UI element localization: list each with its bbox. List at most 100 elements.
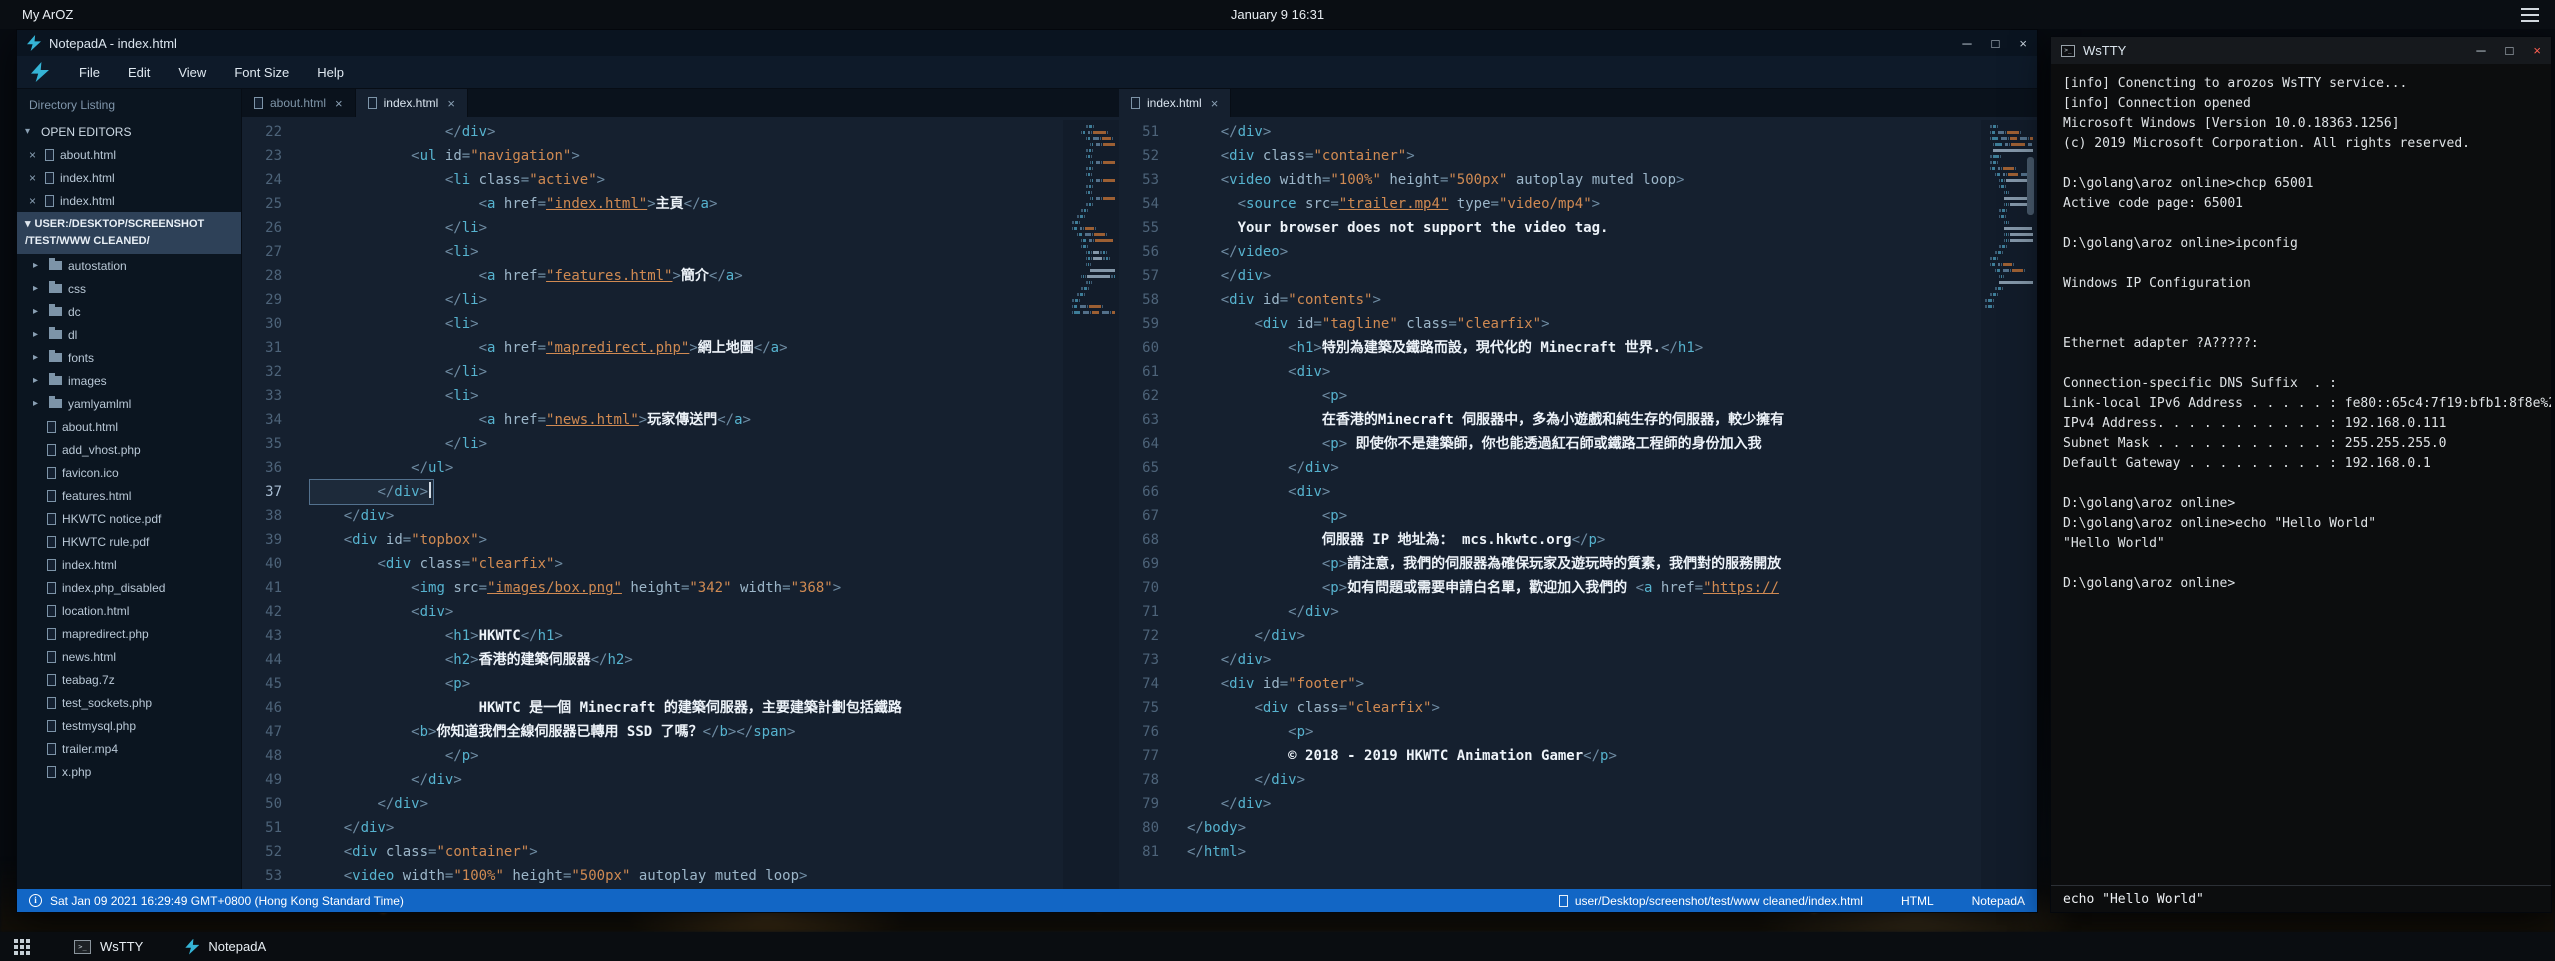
- code-line-78[interactable]: </div>: [1187, 768, 1981, 792]
- notepada-titlebar[interactable]: NotepadA - index.html ─ □ ×: [17, 30, 2037, 56]
- menu-font-size[interactable]: Font Size: [234, 65, 289, 80]
- code-line-27[interactable]: <li>: [310, 240, 1063, 264]
- code-area[interactable]: </div> <ul id="navigation"> <li class="a…: [294, 120, 1063, 889]
- menu-edit[interactable]: Edit: [128, 65, 150, 80]
- open-editors-section[interactable]: ▾ OPEN EDITORS: [17, 120, 241, 143]
- code-line-29[interactable]: </li>: [310, 288, 1063, 312]
- code-line-22[interactable]: </div>: [310, 120, 1063, 144]
- code-line-45[interactable]: <p>: [310, 672, 1063, 696]
- file-item-test-sockets-php[interactable]: test_sockets.php: [17, 691, 241, 714]
- code-line-53[interactable]: <video width="100%" height="500px" autop…: [310, 864, 1063, 888]
- code-line-61[interactable]: <div>: [1187, 360, 1981, 384]
- code-line-30[interactable]: <li>: [310, 312, 1063, 336]
- code-line-62[interactable]: <p>: [1187, 384, 1981, 408]
- close-icon[interactable]: ×: [29, 194, 39, 208]
- file-item-testmysql-php[interactable]: testmysql.php: [17, 714, 241, 737]
- close-button[interactable]: ×: [2533, 43, 2541, 58]
- code-line-24[interactable]: <li class="active">: [310, 168, 1063, 192]
- open-editor-item[interactable]: ×index.html: [17, 166, 241, 189]
- code-line-26[interactable]: </li>: [310, 216, 1063, 240]
- code-line-37[interactable]: </div>: [310, 480, 433, 504]
- minimap[interactable]: [1063, 120, 1119, 889]
- maximize-button[interactable]: □: [2506, 43, 2514, 58]
- code-line-80[interactable]: </body>: [1187, 816, 1981, 840]
- code-line-52[interactable]: <div class="container">: [310, 840, 1063, 864]
- minimap[interactable]: [1981, 120, 2037, 889]
- code-line-54[interactable]: <source src="trailer.mp4" type="video/mp…: [1187, 192, 1981, 216]
- code-line-44[interactable]: <h2>香港的建築伺服器</h2>: [310, 648, 1063, 672]
- code-line-67[interactable]: <p>: [1187, 504, 1981, 528]
- code-line-50[interactable]: </div>: [310, 792, 1063, 816]
- system-menu-icon[interactable]: [2521, 8, 2539, 22]
- file-item-trailer-mp4[interactable]: trailer.mp4: [17, 737, 241, 760]
- vertical-scrollbar[interactable]: [2027, 157, 2034, 215]
- wstty-titlebar[interactable]: >_ WsTTY ─ □ ×: [2051, 37, 2551, 64]
- close-icon[interactable]: ×: [447, 96, 455, 111]
- code-line-28[interactable]: <a href="features.html">簡介</a>: [310, 264, 1063, 288]
- code-line-53[interactable]: <video width="100%" height="500px" autop…: [1187, 168, 1981, 192]
- code-line-34[interactable]: <a href="news.html">玩家傳送門</a>: [310, 408, 1063, 432]
- code-line-69[interactable]: <p>請注意，我們的伺服器為確保玩家及遊玩時的質素，我們對的服務開放: [1187, 552, 1981, 576]
- code-line-52[interactable]: <div class="container">: [1187, 144, 1981, 168]
- code-line-46[interactable]: HKWTC 是一個 Minecraft 的建築伺服器，主要建築計劃包括鐵路: [310, 696, 1063, 720]
- code-line-77[interactable]: © 2018 - 2019 HKWTC Animation Gamer</p>: [1187, 744, 1981, 768]
- app-launcher-button[interactable]: [12, 937, 32, 957]
- code-area[interactable]: </div> <div class="container"> <video wi…: [1171, 120, 1981, 889]
- code-line-58[interactable]: <div id="contents">: [1187, 288, 1981, 312]
- menu-file[interactable]: File: [79, 65, 100, 80]
- file-item-teabag-7z[interactable]: teabag.7z: [17, 668, 241, 691]
- code-line-39[interactable]: <div id="topbox">: [310, 528, 1063, 552]
- file-item-index-html[interactable]: index.html: [17, 553, 241, 576]
- code-line-75[interactable]: <div class="clearfix">: [1187, 696, 1981, 720]
- folder-item-dl[interactable]: ▸dl: [17, 323, 241, 346]
- code-line-74[interactable]: <div id="footer">: [1187, 672, 1981, 696]
- taskbar-item-wstty[interactable]: >_WsTTY: [74, 939, 143, 954]
- file-item-mapredirect-php[interactable]: mapredirect.php: [17, 622, 241, 645]
- code-line-36[interactable]: </ul>: [310, 456, 1063, 480]
- folder-item-images[interactable]: ▸images: [17, 369, 241, 392]
- file-item-x-php[interactable]: x.php: [17, 760, 241, 783]
- code-line-57[interactable]: </div>: [1187, 264, 1981, 288]
- code-line-55[interactable]: Your browser does not support the video …: [1187, 216, 1981, 240]
- code-line-38[interactable]: </div>: [310, 504, 1063, 528]
- terminal-input[interactable]: echo "Hello World": [2051, 885, 2551, 912]
- file-item-index-php-disabled[interactable]: index.php_disabled: [17, 576, 241, 599]
- code-line-76[interactable]: <p>: [1187, 720, 1981, 744]
- tab-about-html[interactable]: about.html×: [242, 89, 356, 117]
- close-icon[interactable]: ×: [29, 148, 39, 162]
- file-item-features-html[interactable]: features.html: [17, 484, 241, 507]
- file-item-favicon-ico[interactable]: favicon.ico: [17, 461, 241, 484]
- minimize-button[interactable]: ─: [1962, 36, 1971, 51]
- tab-index-html[interactable]: index.html×: [356, 89, 468, 117]
- taskbar-item-notepada[interactable]: NotepadA: [185, 939, 266, 955]
- code-line-71[interactable]: </div>: [1187, 600, 1981, 624]
- code-line-72[interactable]: </div>: [1187, 624, 1981, 648]
- open-editor-item[interactable]: ×index.html: [17, 189, 241, 212]
- close-button[interactable]: ×: [2019, 36, 2027, 51]
- maximize-button[interactable]: □: [1992, 36, 2000, 51]
- code-line-32[interactable]: </li>: [310, 360, 1063, 384]
- folder-item-autostation[interactable]: ▸autostation: [17, 254, 241, 277]
- close-icon[interactable]: ×: [29, 171, 39, 185]
- code-line-42[interactable]: <div>: [310, 600, 1063, 624]
- code-line-51[interactable]: </div>: [1187, 120, 1981, 144]
- code-line-73[interactable]: </div>: [1187, 648, 1981, 672]
- code-line-47[interactable]: <b>你知道我們全線伺服器已轉用 SSD 了嗎？</b></span>: [310, 720, 1063, 744]
- code-line-41[interactable]: <img src="images/box.png" height="342" w…: [310, 576, 1063, 600]
- folder-item-yamlyamlml[interactable]: ▸yamlyamlml: [17, 392, 241, 415]
- code-line-66[interactable]: <div>: [1187, 480, 1981, 504]
- code-line-81[interactable]: </html>: [1187, 840, 1981, 864]
- workspace-root-item[interactable]: ▾USER:/DESKTOP/SCREENSHOT /TEST/WWW CLEA…: [17, 212, 241, 254]
- code-line-65[interactable]: </div>: [1187, 456, 1981, 480]
- code-line-23[interactable]: <ul id="navigation">: [310, 144, 1063, 168]
- code-line-43[interactable]: <h1>HKWTC</h1>: [310, 624, 1063, 648]
- menu-view[interactable]: View: [178, 65, 206, 80]
- file-item-hkwtc-rule-pdf[interactable]: HKWTC rule.pdf: [17, 530, 241, 553]
- file-item-hkwtc-notice-pdf[interactable]: HKWTC notice.pdf: [17, 507, 241, 530]
- code-editor-right[interactable]: 5152535455565758596061626364656667686970…: [1119, 117, 2037, 889]
- menu-help[interactable]: Help: [317, 65, 344, 80]
- code-line-68[interactable]: 伺服器 IP 地址為： mcs.hkwtc.org</p>: [1187, 528, 1981, 552]
- close-icon[interactable]: ×: [335, 96, 343, 111]
- file-item-news-html[interactable]: news.html: [17, 645, 241, 668]
- close-icon[interactable]: ×: [1211, 96, 1219, 111]
